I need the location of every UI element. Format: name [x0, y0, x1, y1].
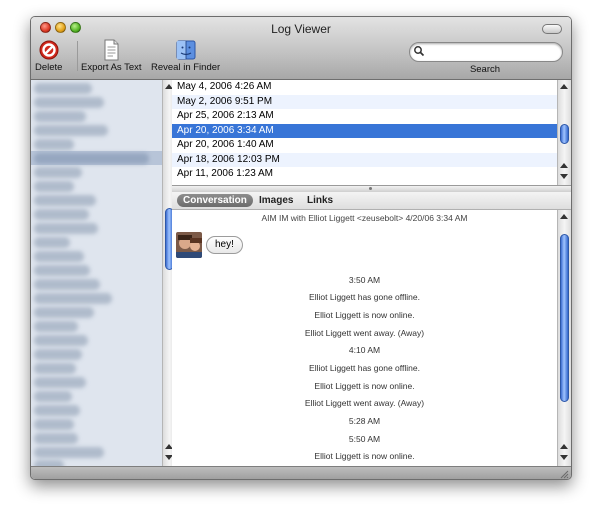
tab-links[interactable]: Links	[307, 194, 333, 207]
resize-grip-icon[interactable]	[559, 469, 569, 479]
conversation-scrollbar[interactable]	[557, 210, 571, 466]
contact-item[interactable]	[34, 377, 86, 388]
contact-item[interactable]	[34, 433, 78, 444]
divider-grip-icon	[369, 187, 372, 190]
contact-item[interactable]	[34, 111, 86, 122]
contact-item[interactable]	[34, 83, 92, 94]
reveal-label: Reveal in Finder	[151, 62, 221, 73]
scroll-up-arrow-icon[interactable]	[560, 84, 568, 89]
delete-label: Delete	[35, 62, 63, 73]
status-event: Elliot Liggett is now online.	[314, 381, 415, 391]
scroll-up-arrow-icon[interactable]	[560, 444, 568, 449]
search-icon	[414, 46, 425, 57]
status-event: Elliot Liggett went away. (Away)	[304, 328, 425, 338]
date-row[interactable]: Apr 18, 2006 12:03 PM	[172, 152, 557, 167]
scroll-down-arrow-icon[interactable]	[560, 455, 568, 460]
contact-item[interactable]	[34, 125, 108, 136]
contact-item[interactable]	[34, 307, 94, 318]
contact-item[interactable]	[34, 265, 90, 276]
contact-item[interactable]	[34, 97, 104, 108]
tab-conversation[interactable]: Conversation	[177, 194, 253, 207]
contact-item[interactable]	[34, 293, 112, 304]
toolbar-toggle-button[interactable]	[542, 24, 562, 34]
contact-item[interactable]	[34, 391, 72, 402]
window-bottom-bar	[31, 466, 571, 479]
date-list[interactable]: May 4, 2006 4:26 AM May 2, 2006 9:51 PM …	[172, 80, 557, 185]
contact-item[interactable]	[34, 237, 70, 248]
export-label: Export As Text	[81, 62, 142, 73]
date-row[interactable]: Apr 11, 2006 1:23 AM	[172, 167, 557, 182]
reveal-in-finder-button[interactable]: Reveal in Finder	[151, 39, 220, 73]
date-row-selected[interactable]: Apr 20, 2006 3:34 AM	[172, 123, 557, 138]
scroll-up-arrow-icon[interactable]	[560, 214, 568, 219]
search-input[interactable]	[426, 44, 554, 58]
status-event: Elliot Liggett has gone offline.	[309, 292, 420, 302]
contact-item[interactable]	[34, 153, 149, 164]
conversation-timestamp: 5:50 AM	[348, 434, 381, 444]
toolbar-separator	[77, 41, 78, 71]
date-list-scrollbar[interactable]	[557, 80, 571, 185]
contact-item[interactable]	[34, 251, 84, 262]
contact-item[interactable]	[34, 447, 104, 458]
status-event: Elliot Liggett went away. (Away)	[304, 398, 425, 408]
date-row[interactable]: Apr 20, 2006 1:40 AM	[172, 138, 557, 153]
contact-item[interactable]	[34, 139, 74, 150]
tab-images[interactable]: Images	[259, 194, 293, 207]
contact-item[interactable]	[34, 167, 82, 178]
date-row[interactable]: May 2, 2006 9:51 PM	[172, 94, 557, 109]
log-viewer-window: Log Viewer Delete Export As Text Reveal …	[30, 16, 572, 480]
contact-item[interactable]	[34, 195, 96, 206]
scroll-up-arrow-icon[interactable]	[560, 163, 568, 168]
delete-button[interactable]: Delete	[35, 39, 62, 73]
contact-item[interactable]	[34, 419, 74, 430]
contact-item[interactable]	[34, 321, 78, 332]
contact-item[interactable]	[34, 223, 98, 234]
export-as-text-button[interactable]: Export As Text	[81, 39, 142, 73]
conversation-timestamp: 3:50 AM	[348, 275, 381, 285]
conversation-timestamp: 5:28 AM	[348, 416, 381, 426]
date-list-scroll-thumb[interactable]	[560, 124, 569, 144]
conversation-header: AIM IM with Elliot Liggett <zeusebolt> 4…	[261, 213, 468, 223]
scroll-down-arrow-icon[interactable]	[560, 174, 568, 179]
document-icon	[104, 39, 119, 61]
contacts-sidebar[interactable]	[31, 80, 163, 466]
contact-item[interactable]	[34, 181, 74, 192]
date-row[interactable]: May 4, 2006 4:26 AM	[172, 80, 557, 95]
contact-item[interactable]	[34, 363, 76, 374]
status-event: Elliot Liggett is now online.	[314, 451, 415, 461]
title-toolbar: Log Viewer Delete Export As Text Reveal …	[31, 17, 571, 80]
contact-item[interactable]	[34, 279, 100, 290]
view-tab-bar: Conversation Images Links	[172, 192, 571, 210]
contact-item[interactable]	[34, 349, 82, 360]
contact-item[interactable]	[34, 335, 88, 346]
search-label: Search	[469, 64, 501, 75]
search-field[interactable]	[409, 42, 563, 62]
finder-icon	[176, 40, 196, 60]
buddy-avatar	[176, 232, 202, 258]
window-title: Log Viewer	[271, 22, 331, 36]
contact-item[interactable]	[34, 405, 80, 416]
conversation-scroll-thumb[interactable]	[560, 234, 569, 402]
date-row[interactable]: Apr 25, 2006 2:13 AM	[172, 109, 557, 124]
status-event: Elliot Liggett has gone offline.	[309, 363, 420, 373]
conversation-view[interactable]: AIM IM with Elliot Liggett <zeusebolt> 4…	[172, 210, 557, 466]
conversation-timestamp: 4:10 AM	[348, 345, 381, 355]
contact-item[interactable]	[34, 209, 89, 220]
status-event: Elliot Liggett is now online.	[314, 310, 415, 320]
message-bubble: hey!	[206, 236, 243, 254]
delete-icon	[39, 40, 59, 60]
